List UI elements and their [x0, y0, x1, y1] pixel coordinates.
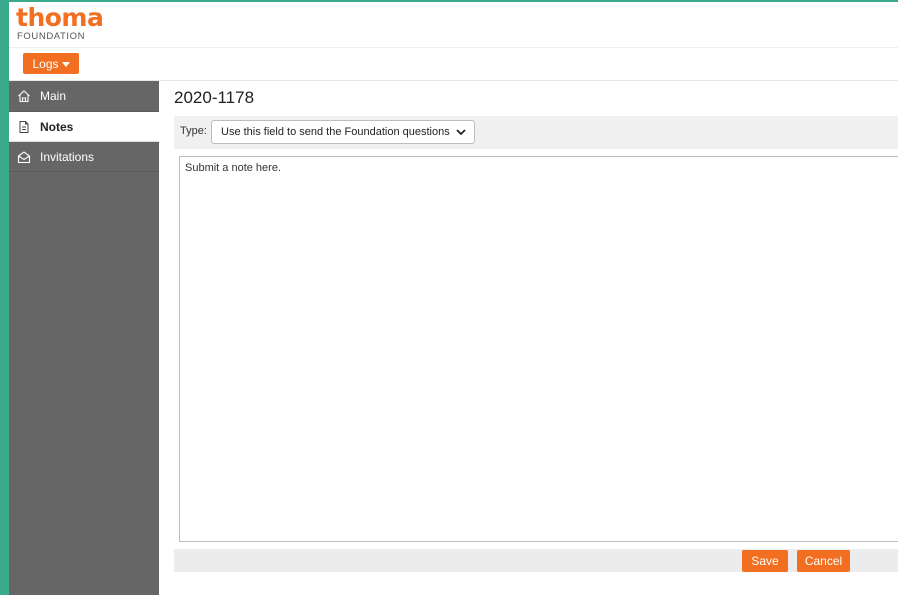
sidebar-item-main[interactable]: Main — [9, 81, 159, 112]
type-label: Type: — [180, 125, 207, 137]
type-selected-value: Use this field to send the Foundation qu… — [221, 126, 450, 138]
save-button[interactable]: Save — [742, 550, 788, 572]
sidebar-item-label: Main — [40, 89, 67, 103]
sidebar-item-label: Invitations — [40, 149, 95, 164]
note-placeholder: Submit a note here. — [185, 162, 282, 174]
logs-dropdown-button[interactable]: Logs — [23, 53, 79, 74]
sidebar: Main Notes Invitations — [9, 81, 159, 595]
home-icon — [17, 89, 31, 103]
type-select[interactable]: Use this field to send the Foundation qu… — [211, 120, 475, 144]
sidebar-item-invitations[interactable]: Invitations — [9, 142, 159, 172]
page-title: 2020-1178 — [174, 88, 255, 107]
logs-bar: Logs — [9, 47, 898, 81]
sidebar-item-notes[interactable]: Notes — [9, 112, 159, 142]
logs-label: Logs — [32, 56, 59, 71]
note-textarea[interactable]: Submit a note here. — [179, 156, 898, 542]
cancel-button[interactable]: Cancel — [797, 550, 850, 572]
action-bar: Save Cancel — [174, 549, 898, 572]
chevron-down-icon — [455, 127, 467, 137]
envelope-open-icon — [17, 150, 31, 164]
type-bar: Type: Use this field to send the Foundat… — [174, 116, 898, 149]
logo[interactable]: thoma — [16, 5, 104, 30]
header: thoma FOUNDATION — [9, 2, 898, 48]
sidebar-item-label: Notes — [40, 119, 74, 134]
logo-subtitle: FOUNDATION — [17, 31, 86, 42]
document-icon — [17, 120, 31, 134]
caret-down-icon — [61, 61, 70, 67]
